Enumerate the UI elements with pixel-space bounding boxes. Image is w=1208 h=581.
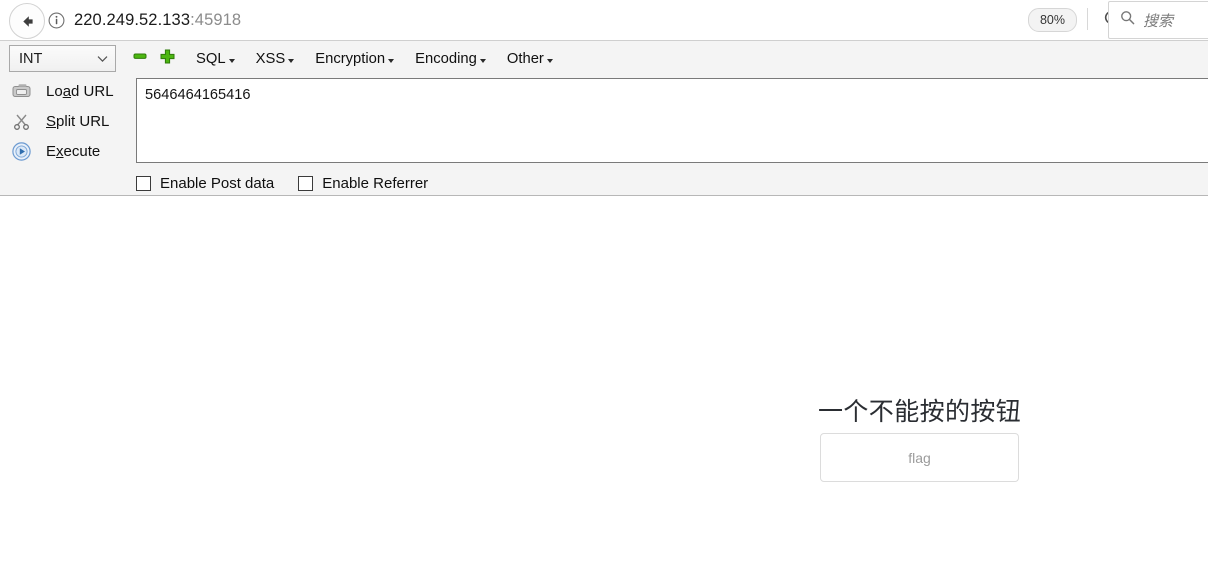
chevron-down-icon [97,51,108,67]
page-title: 一个不能按的按钮 [818,398,1022,426]
caret-down-icon [479,58,486,63]
hackbar-toolbar: INT SQL XSS Encryption Encoding Other [0,41,1208,76]
minus-icon [133,49,147,68]
url-port: :45918 [190,10,242,29]
type-select-value: INT [19,50,43,67]
back-arrow-icon [19,13,36,30]
menu-encoding[interactable]: Encoding [415,51,486,67]
menu-other-label: Other [506,50,544,67]
browser-search-box[interactable]: 搜索 [1108,1,1208,39]
enable-referrer-label: Enable Referrer [322,174,429,192]
menu-xss-label: XSS [255,50,286,67]
split-url-label: Split URL [46,112,110,130]
address-bar[interactable]: 220.249.52.133:45918 [48,1,1008,39]
caret-down-icon [388,58,395,63]
caret-down-icon [288,58,295,63]
plus-button[interactable] [159,49,175,69]
checkbox-box [136,175,151,191]
menu-sql[interactable]: SQL [196,51,235,67]
page-content-area [0,197,1208,581]
load-url-button[interactable]: Load URL [0,76,135,106]
enable-post-data-checkbox[interactable]: Enable Post data [136,175,274,192]
menu-sql-label: SQL [196,50,226,67]
menu-other[interactable]: Other [507,51,553,67]
menu-encoding-label: Encoding [415,50,477,67]
hackbar-options-row: Enable Post data Enable Referrer [136,172,452,194]
flag-button[interactable]: flag [820,433,1019,482]
type-select[interactable]: INT [9,45,116,72]
browser-chrome-bar: 220.249.52.133:45918 80% 搜索 [0,0,1208,41]
caret-down-icon [546,58,553,63]
menu-xss[interactable]: XSS [256,51,295,67]
split-url-button[interactable]: Split URL [0,106,135,136]
execute-button[interactable]: Execute [0,136,135,166]
url-host: 220.249.52.133 [74,10,191,29]
menu-encryption[interactable]: Encryption [315,50,395,67]
execute-label: Execute [46,142,101,160]
enable-post-data-label: Enable Post data [160,174,275,192]
back-button[interactable] [9,3,45,39]
search-icon [1120,10,1135,30]
execute-icon [8,141,34,161]
hackbar-action-list: Load URL Split URL Execute [0,76,135,196]
search-input-placeholder: 搜索 [1143,12,1174,30]
minus-button[interactable] [132,51,148,67]
checkbox-box [298,175,314,191]
chrome-divider [1087,8,1088,30]
menu-encryption-label: Encryption [315,50,386,67]
hackbar-panel: INT SQL XSS Encryption Encoding Other Lo… [0,41,1208,196]
caret-down-icon [228,58,235,63]
url-textarea[interactable]: 5646464165416 [136,78,1208,163]
load-url-label: Load URL [46,82,114,100]
load-url-icon [8,83,34,99]
enable-referrer-checkbox[interactable]: Enable Referrer [298,175,428,192]
plus-icon [160,49,175,69]
zoom-level-badge[interactable]: 80% [1027,8,1077,32]
info-circle-icon [48,12,65,29]
split-url-icon [8,113,34,130]
